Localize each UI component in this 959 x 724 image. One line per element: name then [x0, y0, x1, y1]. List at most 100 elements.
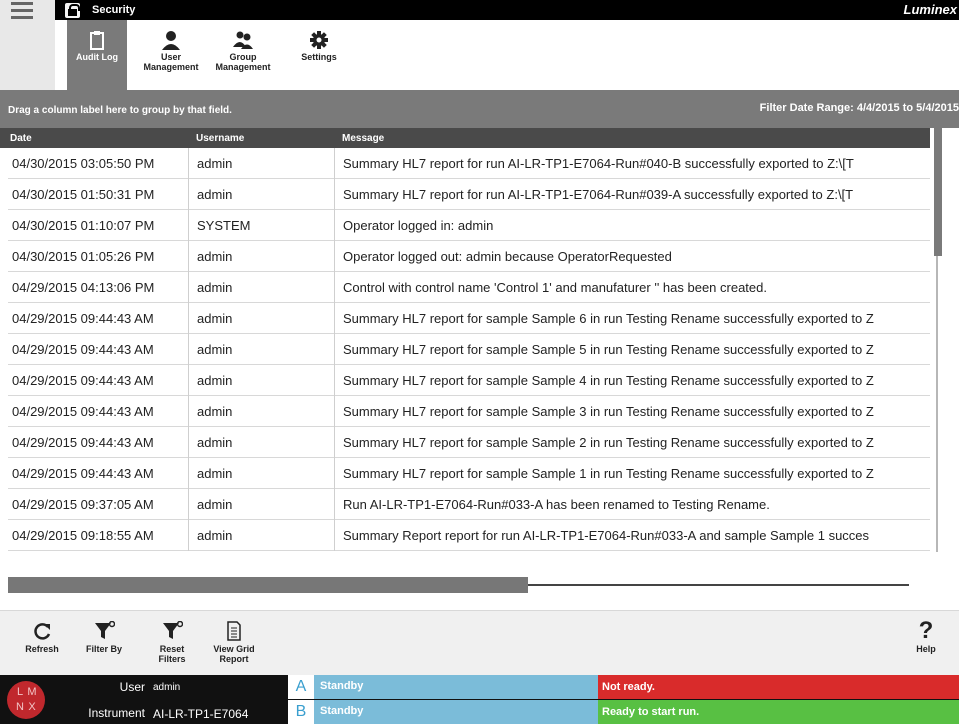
filter-date-range: Filter Date Range: 4/4/2015 to 5/4/2015 [759, 102, 959, 114]
horizontal-scrollbar-thumb[interactable] [8, 577, 528, 593]
table-row[interactable]: 04/30/2015 01:10:07 PM SYSTEM Operator l… [8, 210, 930, 241]
nav-settings-label: Settings [301, 52, 337, 62]
cell-date: 04/30/2015 01:10:07 PM [12, 218, 155, 233]
refresh-label: Refresh [25, 644, 59, 654]
module-nav: Audit Log User Management Group Manageme… [55, 20, 959, 90]
vertical-scrollbar-track[interactable] [936, 256, 938, 552]
cell-message: Summary HL7 report for sample Sample 3 i… [334, 396, 930, 427]
table-row[interactable]: 04/29/2015 09:44:43 AM admin Summary HL7… [8, 458, 930, 489]
table-row[interactable]: 04/29/2015 09:44:43 AM admin Summary HL7… [8, 427, 930, 458]
cell-username: SYSTEM [188, 210, 336, 241]
cell-message: Run AI-LR-TP1-E7064-Run#033-A has been r… [334, 489, 930, 520]
filter-icon [93, 620, 116, 641]
reset-filters-label-1: Reset [159, 644, 185, 654]
cell-username: admin [188, 241, 336, 272]
table-row[interactable]: 04/29/2015 04:13:06 PM admin Control wit… [8, 272, 930, 303]
table-row[interactable]: 04/30/2015 01:05:26 PM admin Operator lo… [8, 241, 930, 272]
view-grid-report-button[interactable]: View Grid Report [204, 611, 264, 676]
nav-settings[interactable]: Settings [289, 20, 349, 90]
clipboard-icon [86, 30, 108, 50]
reset-filters-label-2: Filters [158, 654, 186, 664]
title-bar: Security Luminex [0, 0, 959, 20]
cell-username: admin [188, 520, 336, 551]
help-icon: ? [918, 617, 934, 644]
filter-by-button[interactable]: Filter By [74, 611, 134, 676]
lock-icon [65, 3, 80, 18]
column-header-message[interactable]: Message [342, 133, 384, 144]
user-value: admin [153, 682, 181, 693]
nav-group-management[interactable]: Group Management [211, 20, 275, 90]
system-status-badge[interactable]: Not ready. [598, 675, 959, 699]
cell-message: Summary HL7 report for sample Sample 6 i… [334, 303, 930, 334]
view-grid-report-label-2: Report [219, 654, 249, 664]
cell-date: 04/30/2015 01:05:26 PM [12, 249, 155, 264]
table-row[interactable]: 04/29/2015 09:44:43 AM admin Summary HL7… [8, 303, 930, 334]
column-header-username[interactable]: Username [196, 133, 244, 144]
nav-audit-log-label: Audit Log [76, 52, 118, 62]
gear-icon [308, 30, 330, 50]
user-icon [160, 30, 182, 50]
column-header-date[interactable]: Date [10, 133, 32, 144]
horizontal-scrollbar-track[interactable] [528, 584, 909, 586]
grid-header: Date Username Message [0, 128, 930, 148]
refresh-icon [31, 621, 53, 641]
logo-letter: M [27, 686, 37, 698]
hamburger-icon-bar [11, 16, 33, 19]
refresh-button[interactable]: Refresh [12, 611, 72, 676]
nav-audit-log[interactable]: Audit Log [67, 20, 127, 90]
cell-date: 04/29/2015 04:13:06 PM [12, 280, 155, 295]
well-b-status-text: Standby [320, 705, 364, 717]
well-b-status[interactable]: B Standby [288, 700, 598, 724]
group-by-hint: Drag a column label here to group by tha… [8, 105, 232, 116]
well-a-status[interactable]: A Standby [288, 675, 598, 699]
user-label: User [119, 680, 145, 694]
app-title: Security [92, 4, 136, 16]
vertical-scrollbar-thumb[interactable] [934, 126, 942, 256]
table-row[interactable]: 04/29/2015 09:37:05 AM admin Run AI-LR-T… [8, 489, 930, 520]
help-button[interactable]: ? Help [896, 611, 956, 676]
hamburger-icon-bar [11, 2, 33, 5]
well-a-letter: A [288, 675, 314, 699]
table-row[interactable]: 04/30/2015 03:05:50 PM admin Summary HL7… [8, 148, 930, 179]
run-status-badge[interactable]: Ready to start run. [598, 700, 959, 724]
logo-letter: X [28, 701, 36, 713]
cell-message: Summary Report report for run AI-LR-TP1-… [334, 520, 930, 551]
table-row[interactable]: 04/29/2015 09:18:55 AM admin Summary Rep… [8, 520, 930, 551]
main-menu-button[interactable] [0, 0, 55, 90]
table-row[interactable]: 04/29/2015 09:44:43 AM admin Summary HL7… [8, 396, 930, 427]
cell-username: admin [188, 334, 336, 365]
help-label: Help [916, 644, 936, 654]
well-b-letter: B [288, 700, 314, 724]
cell-date: 04/29/2015 09:44:43 AM [12, 373, 154, 388]
well-a-status-text: Standby [320, 680, 364, 692]
reset-filters-button[interactable]: Reset Filters [142, 611, 202, 676]
brand-logo: Luminex [903, 2, 957, 17]
group-by-panel[interactable]: Drag a column label here to group by tha… [0, 90, 959, 128]
cell-message: Operator logged in: admin [334, 210, 930, 241]
cell-username: admin [188, 489, 336, 520]
cell-username: admin [188, 303, 336, 334]
cell-date: 04/29/2015 09:18:55 AM [12, 528, 154, 543]
nav-user-management-label-2: Management [143, 62, 199, 72]
cell-date: 04/29/2015 09:37:05 AM [12, 497, 154, 512]
luminex-logo-icon: L M N X [7, 681, 45, 719]
document-icon [223, 621, 245, 641]
cell-username: admin [188, 396, 336, 427]
nav-user-management[interactable]: User Management [141, 20, 201, 90]
table-row[interactable]: 04/30/2015 01:50:31 PM admin Summary HL7… [8, 179, 930, 210]
table-row[interactable]: 04/29/2015 09:44:43 AM admin Summary HL7… [8, 334, 930, 365]
bottom-toolbar: Refresh Filter By Reset Filters View Gri… [0, 610, 959, 675]
nav-user-management-label-1: User [160, 52, 181, 62]
cell-username: admin [188, 365, 336, 396]
table-row[interactable]: 04/29/2015 09:44:43 AM admin Summary HL7… [8, 365, 930, 396]
instrument-value: AI-LR-TP1-E7064 [153, 707, 249, 721]
cell-message: Summary HL7 report for sample Sample 2 i… [334, 427, 930, 458]
group-icon [232, 30, 254, 50]
logo-letter: L [16, 686, 24, 698]
cell-message: Summary HL7 report for sample Sample 5 i… [334, 334, 930, 365]
cell-date: 04/30/2015 03:05:50 PM [12, 156, 155, 171]
cell-message: Summary HL7 report for sample Sample 1 i… [334, 458, 930, 489]
cell-date: 04/29/2015 09:44:43 AM [12, 404, 154, 419]
cell-username: admin [188, 272, 336, 303]
cell-date: 04/29/2015 09:44:43 AM [12, 311, 154, 326]
